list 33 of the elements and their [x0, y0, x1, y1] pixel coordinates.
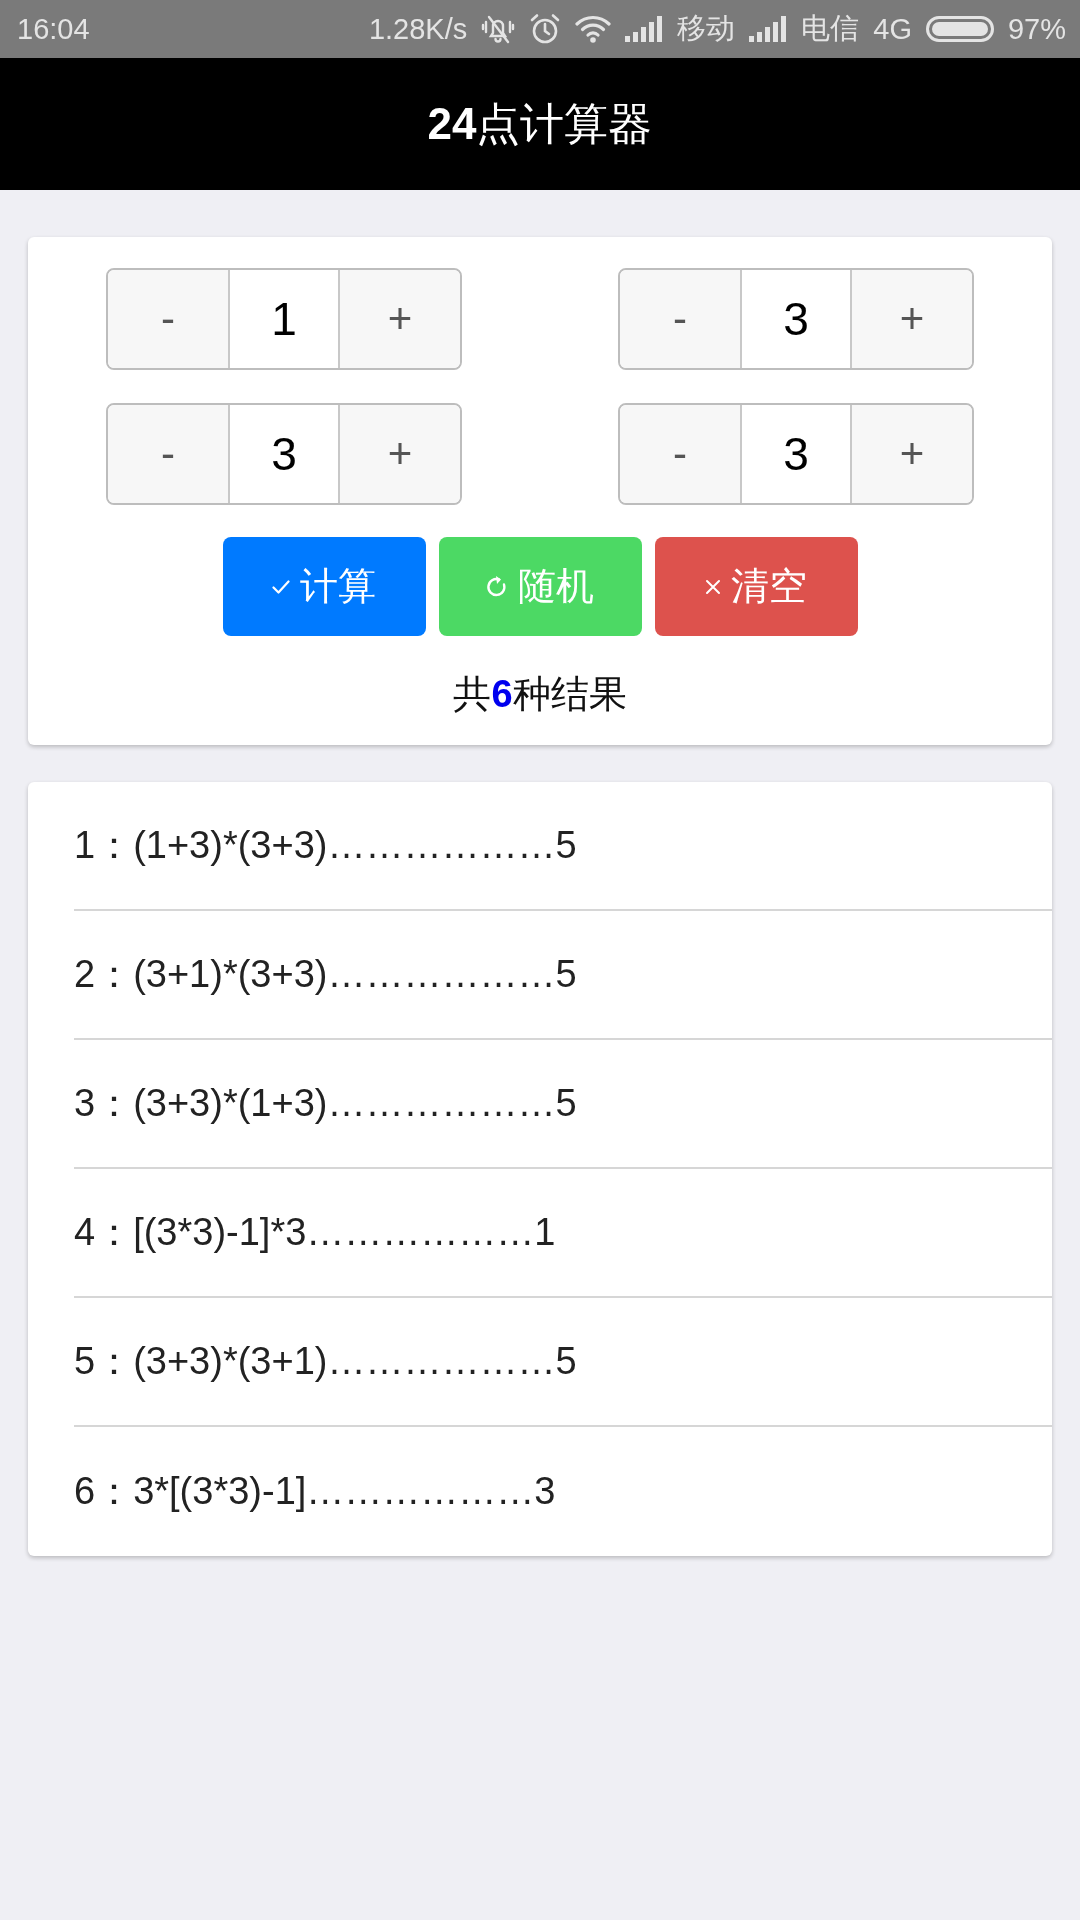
increment-button[interactable]: +	[850, 405, 972, 503]
result-text: 2：(3+1)*(3+3)………………5	[74, 952, 577, 997]
decrement-button[interactable]: -	[620, 405, 742, 503]
decrement-button[interactable]: -	[108, 405, 230, 503]
network-speed: 1.28K/s	[368, 12, 468, 46]
result-text: 6：3*[(3*3)-1]………………3	[74, 1469, 556, 1514]
cross-icon	[705, 578, 721, 595]
result-text: 3：(3+3)*(1+3)………………5	[74, 1081, 577, 1126]
signal-icon	[749, 16, 788, 42]
clock-time: 16:04	[17, 12, 90, 46]
check-icon	[272, 579, 290, 594]
increment-button[interactable]: +	[338, 270, 460, 368]
decrement-button[interactable]: -	[108, 270, 230, 368]
battery-percent: 97%	[1007, 12, 1066, 46]
alarm-clock-icon	[529, 13, 562, 45]
clear-button[interactable]: 清空	[654, 537, 858, 636]
increment-button[interactable]: +	[338, 405, 460, 503]
bell-slash-icon	[481, 14, 516, 44]
result-count: 共6种结果	[453, 672, 627, 717]
increment-button[interactable]: +	[850, 270, 972, 368]
result-text: 4：[(3*3)-1]*3………………1	[74, 1210, 556, 1255]
signal-icon	[625, 16, 664, 42]
refresh-icon	[486, 574, 508, 599]
result-text: 5：(3+3)*(3+1)………………5	[74, 1339, 577, 1384]
page-title: 24点计算器	[427, 97, 653, 150]
battery-icon	[925, 16, 994, 42]
calculate-button[interactable]: 计算	[222, 537, 426, 636]
wifi-icon	[575, 15, 612, 43]
decrement-button[interactable]: -	[620, 270, 742, 368]
network-type: 4G	[873, 12, 912, 46]
carrier-name: 电信	[801, 11, 860, 46]
result-text: 1：(1+3)*(3+3)………………5	[74, 823, 577, 868]
carrier-name: 移动	[677, 11, 736, 46]
